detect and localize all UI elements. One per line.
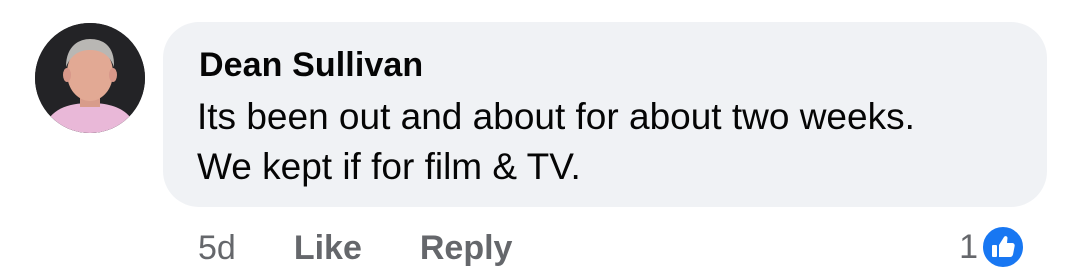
comment-text-line: Its been out and about for about two wee… <box>197 96 915 137</box>
comment-bubble: Dean Sullivan Its been out and about for… <box>163 22 1047 207</box>
thumbs-up-icon <box>980 224 1026 270</box>
comment-author[interactable]: Dean Sullivan <box>199 46 423 85</box>
comment-text-line: We kept if for film & TV. <box>197 146 581 187</box>
avatar-photo <box>35 23 145 133</box>
comment-actions: 5d Like Reply <box>198 226 512 270</box>
reply-button[interactable]: Reply <box>420 229 513 268</box>
like-button[interactable]: Like <box>294 229 362 268</box>
reaction-summary[interactable]: 1 <box>959 224 1026 270</box>
comment-text: Its been out and about for about two wee… <box>197 92 1027 192</box>
avatar[interactable] <box>35 23 145 133</box>
reaction-count: 1 <box>959 227 978 266</box>
comment-timestamp[interactable]: 5d <box>198 229 236 268</box>
